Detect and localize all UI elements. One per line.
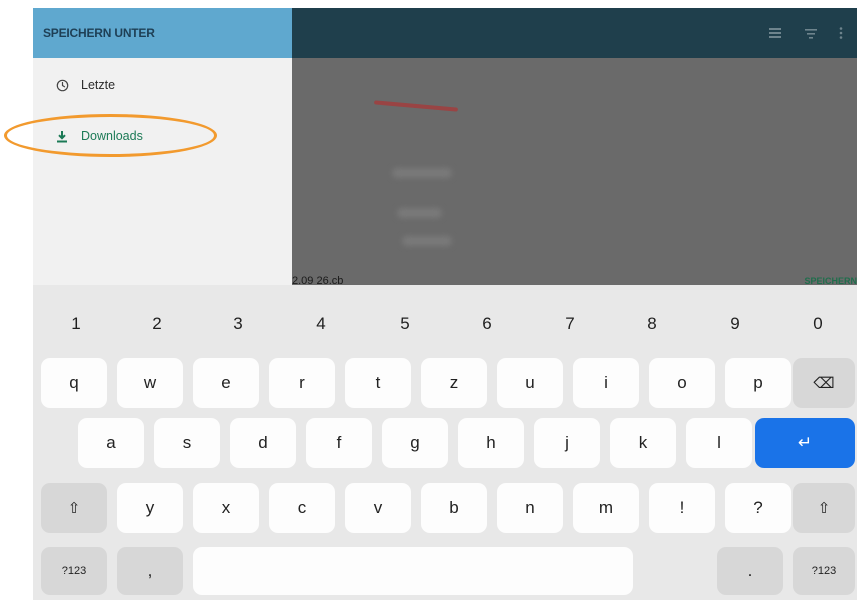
key-h[interactable]: h	[458, 418, 524, 468]
key-u[interactable]: u	[497, 358, 563, 408]
blurred-content	[392, 168, 452, 178]
key-p[interactable]: p	[725, 358, 791, 408]
key-question[interactable]: ?	[725, 483, 791, 533]
blurred-content	[402, 236, 452, 246]
drawer-header: SPEICHERN UNTER	[33, 8, 292, 58]
drawer-item-label: Letzte	[81, 78, 116, 92]
key-o[interactable]: o	[649, 358, 715, 408]
key-3[interactable]: 3	[220, 308, 256, 340]
clock-icon	[55, 78, 69, 92]
backspace-key[interactable]: ⌫	[793, 358, 855, 408]
symbols-key-right[interactable]: ?123	[793, 547, 855, 595]
drawer-title: SPEICHERN UNTER	[43, 26, 155, 40]
key-8[interactable]: 8	[634, 308, 670, 340]
key-exclamation[interactable]: !	[649, 483, 715, 533]
file-list-area: 2.09 26.cb SPEICHERN	[292, 8, 857, 295]
shift-key-right[interactable]: ⇧	[793, 483, 855, 533]
key-z[interactable]: z	[421, 358, 487, 408]
key-y[interactable]: y	[117, 483, 183, 533]
comma-key[interactable]: ,	[117, 547, 183, 595]
blurred-content	[397, 208, 442, 218]
key-1[interactable]: 1	[58, 308, 94, 340]
key-0[interactable]: 0	[800, 308, 836, 340]
key-a[interactable]: a	[78, 418, 144, 468]
key-v[interactable]: v	[345, 483, 411, 533]
more-icon[interactable]	[838, 26, 844, 40]
key-t[interactable]: t	[345, 358, 411, 408]
period-key[interactable]: .	[717, 547, 783, 595]
key-6[interactable]: 6	[469, 308, 505, 340]
symbols-key-left[interactable]: ?123	[41, 547, 107, 595]
key-k[interactable]: k	[610, 418, 676, 468]
key-d[interactable]: d	[230, 418, 296, 468]
blurred-content	[373, 100, 459, 112]
shift-key-left[interactable]: ⇧	[41, 483, 107, 533]
drawer-item-recent[interactable]: Letzte	[33, 68, 292, 102]
key-c[interactable]: c	[269, 483, 335, 533]
key-m[interactable]: m	[573, 483, 639, 533]
key-f[interactable]: f	[306, 418, 372, 468]
enter-key[interactable]: ↵	[755, 418, 855, 468]
key-x[interactable]: x	[193, 483, 259, 533]
list-view-icon[interactable]	[768, 26, 782, 40]
key-i[interactable]: i	[573, 358, 639, 408]
key-l[interactable]: l	[686, 418, 752, 468]
drawer-item-label: Downloads	[81, 129, 143, 143]
drawer-item-downloads[interactable]: Downloads	[33, 119, 292, 153]
key-2[interactable]: 2	[139, 308, 175, 340]
key-s[interactable]: s	[154, 418, 220, 468]
key-4[interactable]: 4	[303, 308, 339, 340]
download-icon	[55, 129, 69, 143]
save-as-screen: SPEICHERN UNTER Letzte Downloads 2.09 26…	[33, 8, 857, 295]
key-9[interactable]: 9	[717, 308, 753, 340]
key-q[interactable]: q	[41, 358, 107, 408]
key-n[interactable]: n	[497, 483, 563, 533]
key-w[interactable]: w	[117, 358, 183, 408]
navigation-drawer: SPEICHERN UNTER Letzte Downloads	[33, 8, 292, 295]
key-g[interactable]: g	[382, 418, 448, 468]
sort-icon[interactable]	[804, 26, 818, 40]
key-7[interactable]: 7	[552, 308, 588, 340]
key-j[interactable]: j	[534, 418, 600, 468]
onscreen-keyboard: 1 2 3 4 5 6 7 8 9 0 q w e r t z u i o p …	[33, 285, 857, 600]
key-b[interactable]: b	[421, 483, 487, 533]
space-key[interactable]	[193, 547, 633, 595]
key-5[interactable]: 5	[387, 308, 423, 340]
key-e[interactable]: e	[193, 358, 259, 408]
key-r[interactable]: r	[269, 358, 335, 408]
content-toolbar	[292, 8, 857, 58]
